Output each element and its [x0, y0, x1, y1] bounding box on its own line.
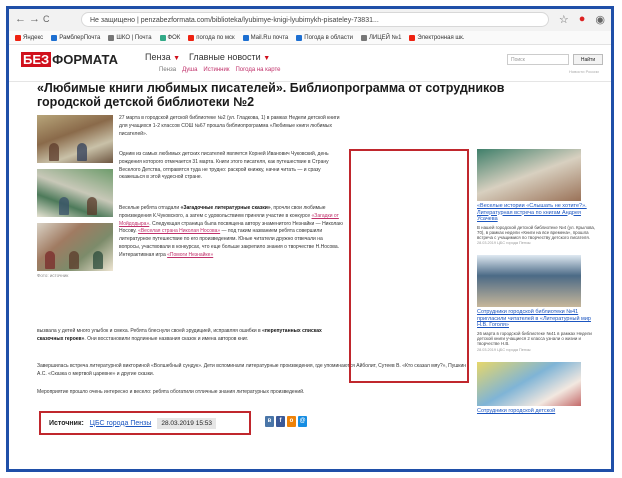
related-news-item[interactable]: «Веселые истории «Слышать не хотите?». Л…	[477, 149, 597, 245]
article-photo[interactable]	[37, 223, 113, 271]
chevron-down-icon: ▼	[173, 55, 181, 62]
subnav-item[interactable]: Пенза	[159, 67, 176, 73]
related-title[interactable]: Сотрудники городской детской	[477, 408, 597, 415]
search-input[interactable]: Поиск	[507, 54, 569, 65]
chevron-down-icon: ▼	[263, 55, 271, 62]
mail-share-icon[interactable]: @	[298, 416, 307, 427]
article-link[interactable]: «Помоги Незнайке»	[167, 252, 213, 258]
star-icon[interactable]: ☆	[559, 13, 569, 26]
extension-icon[interactable]: ●	[579, 13, 586, 26]
vk-share-icon[interactable]: в	[265, 416, 274, 427]
main-news-label: Главные новости	[189, 52, 261, 62]
logo-red-part: БЕЗ	[21, 51, 52, 67]
bookmark-label: ЛИЦЕЙ №1	[368, 34, 402, 41]
related-title[interactable]: «Веселые истории «Слышать не хотите?». Л…	[477, 203, 597, 223]
article-paragraph: Одним из самых любимых детских писателей…	[119, 151, 329, 181]
reload-icon[interactable]: C	[43, 14, 50, 24]
odnoklassniki-share-icon[interactable]: о	[287, 416, 296, 427]
article-photo[interactable]	[37, 115, 113, 163]
article-paragraph: вызвала у детей много улыбок и смеха. Ре…	[37, 328, 343, 344]
article-paragraph: Мероприятие прошло очень интересно и вес…	[37, 389, 305, 395]
bookmark-item[interactable]: Погода в области	[296, 31, 353, 44]
bookmark-label: погода по мск	[196, 34, 235, 41]
site-header: БЕЗ ФОРМАТА Пенза ▼ Главные новости ▼ Пен…	[9, 45, 611, 82]
related-thumbnail[interactable]	[477, 255, 581, 308]
p3-lead: Веселые ребята отгадали	[119, 205, 180, 211]
article-paragraph: Веселые ребята отгадали «Загадочные лите…	[119, 205, 343, 260]
logo-black-part: ФОРМАТА	[52, 51, 118, 67]
p3-tail3: вызвала у детей много улыбок и смеха. Ре…	[37, 328, 261, 334]
sub-navigation: Пенза Душа Истинник Погода на карте	[159, 67, 281, 73]
bookmark-label: Яндекс	[23, 34, 44, 41]
publish-date: 28.03.2019 15:53	[157, 417, 216, 429]
address-bar[interactable]: Не защищено | penzabezformata.com/biblio…	[81, 12, 549, 27]
related-meta: 28.03.2019 ЦБС города Пензы	[477, 347, 531, 352]
bookmark-favicon-icon	[409, 34, 416, 41]
subnav-item[interactable]: Истинник	[203, 67, 229, 73]
bookmark-favicon-icon	[360, 34, 367, 41]
article-photos: Фото: источник	[37, 115, 113, 278]
forward-arrow-icon[interactable]: →	[29, 13, 40, 25]
site-logo[interactable]: БЕЗ ФОРМАТА	[21, 51, 118, 67]
article-paragraph: 27 марта в городской детской библиотеке …	[119, 115, 340, 137]
browser-toolbar: ← → C Не защищено | penzabezformata.com/…	[9, 9, 611, 32]
bookmark-favicon-icon	[296, 34, 303, 41]
bookmark-item[interactable]: РамблерПочта	[51, 31, 100, 44]
bookmark-item[interactable]: погода по мск	[188, 31, 235, 44]
related-meta: 28.03.2019 ЦБС города Пензы	[477, 241, 531, 246]
related-news-item[interactable]: Сотрудники городской библиотеки №41 приг…	[477, 255, 597, 352]
bookmark-item[interactable]: ЛИЦЕЙ №1	[360, 31, 402, 44]
related-title[interactable]: Сотрудники городской библиотеки №41 приг…	[477, 309, 597, 329]
bookmark-item[interactable]: ФОК	[159, 31, 181, 44]
search-button[interactable]: Найти	[573, 54, 603, 65]
ad-placeholder	[349, 149, 469, 383]
city-label: Пенза	[145, 52, 171, 62]
bookmark-label: Mail.Ru почта	[250, 34, 289, 41]
p3-bold: «Загадочные литературные сказки»	[180, 205, 271, 211]
bookmark-label: ФОК	[167, 34, 181, 41]
main-news-menu[interactable]: Главные новости ▼	[189, 52, 270, 62]
web-page: БЕЗ ФОРМАТА Пенза ▼ Главные новости ▼ Пен…	[9, 45, 611, 469]
bookmark-favicon-icon	[15, 34, 21, 41]
related-thumbnail[interactable]	[477, 149, 581, 201]
article-link[interactable]: «Веселая страна Николая Носова»	[138, 228, 220, 234]
bookmarks-bar: Яндекс РамблерПочта ШКО | Почта ФОК погода п…	[9, 31, 611, 45]
back-arrow-icon[interactable]: ←	[15, 13, 26, 25]
article-photo[interactable]	[37, 169, 113, 217]
subnav-item[interactable]: Душа	[182, 67, 197, 73]
bookmark-label: Погода в области	[304, 34, 353, 41]
bookmark-item[interactable]: Mail.Ru почта	[242, 31, 289, 44]
subnav-item[interactable]: Погода на карте	[235, 67, 280, 73]
bookmark-label: ШКО | Почта	[116, 34, 152, 41]
source-label: Источник:	[49, 419, 84, 427]
bookmark-favicon-icon	[242, 34, 249, 41]
city-selector[interactable]: Пенза ▼	[145, 52, 180, 62]
bookmark-item[interactable]: ШКО | Почта	[108, 31, 152, 44]
source-link[interactable]: ЦБС города Пензы	[90, 420, 152, 427]
bookmark-item[interactable]: Яндекс	[15, 31, 43, 44]
bookmark-favicon-icon	[188, 34, 195, 41]
p3-end: . Они восстановили подлинные названия ск…	[84, 335, 249, 342]
related-thumbnail[interactable]	[477, 361, 581, 406]
share-buttons: в f о @	[265, 416, 307, 427]
related-text: 26 марта в городской библиотеке №41 в ра…	[477, 330, 592, 347]
related-text: В нашей городской детской библиотеке №4 …	[477, 224, 596, 241]
source-box: Источник: ЦБС города Пензы 28.03.2019 15…	[39, 411, 251, 435]
bookmark-label: РамблерПочта	[59, 34, 101, 41]
related-news-sidebar: «Веселые истории «Слышать не хотите?». Л…	[477, 149, 597, 414]
browser-window: ← → C Не защищено | penzabezformata.com/…	[6, 6, 614, 472]
bookmark-item[interactable]: Электронная шк.	[409, 31, 464, 44]
bookmark-label: Электронная шк.	[417, 34, 465, 41]
header-hint: Новости России	[569, 69, 599, 74]
photo-caption: Фото: источник	[37, 273, 69, 278]
article-title: «Любимые книги любимых писателей». Библи…	[37, 81, 505, 109]
related-news-item[interactable]: Сотрудники городской детской	[477, 361, 597, 415]
bookmark-favicon-icon	[51, 34, 58, 41]
account-icon[interactable]: ◉	[595, 13, 605, 26]
bookmark-favicon-icon	[159, 34, 166, 41]
bookmark-favicon-icon	[108, 34, 115, 41]
facebook-share-icon[interactable]: f	[276, 416, 285, 427]
